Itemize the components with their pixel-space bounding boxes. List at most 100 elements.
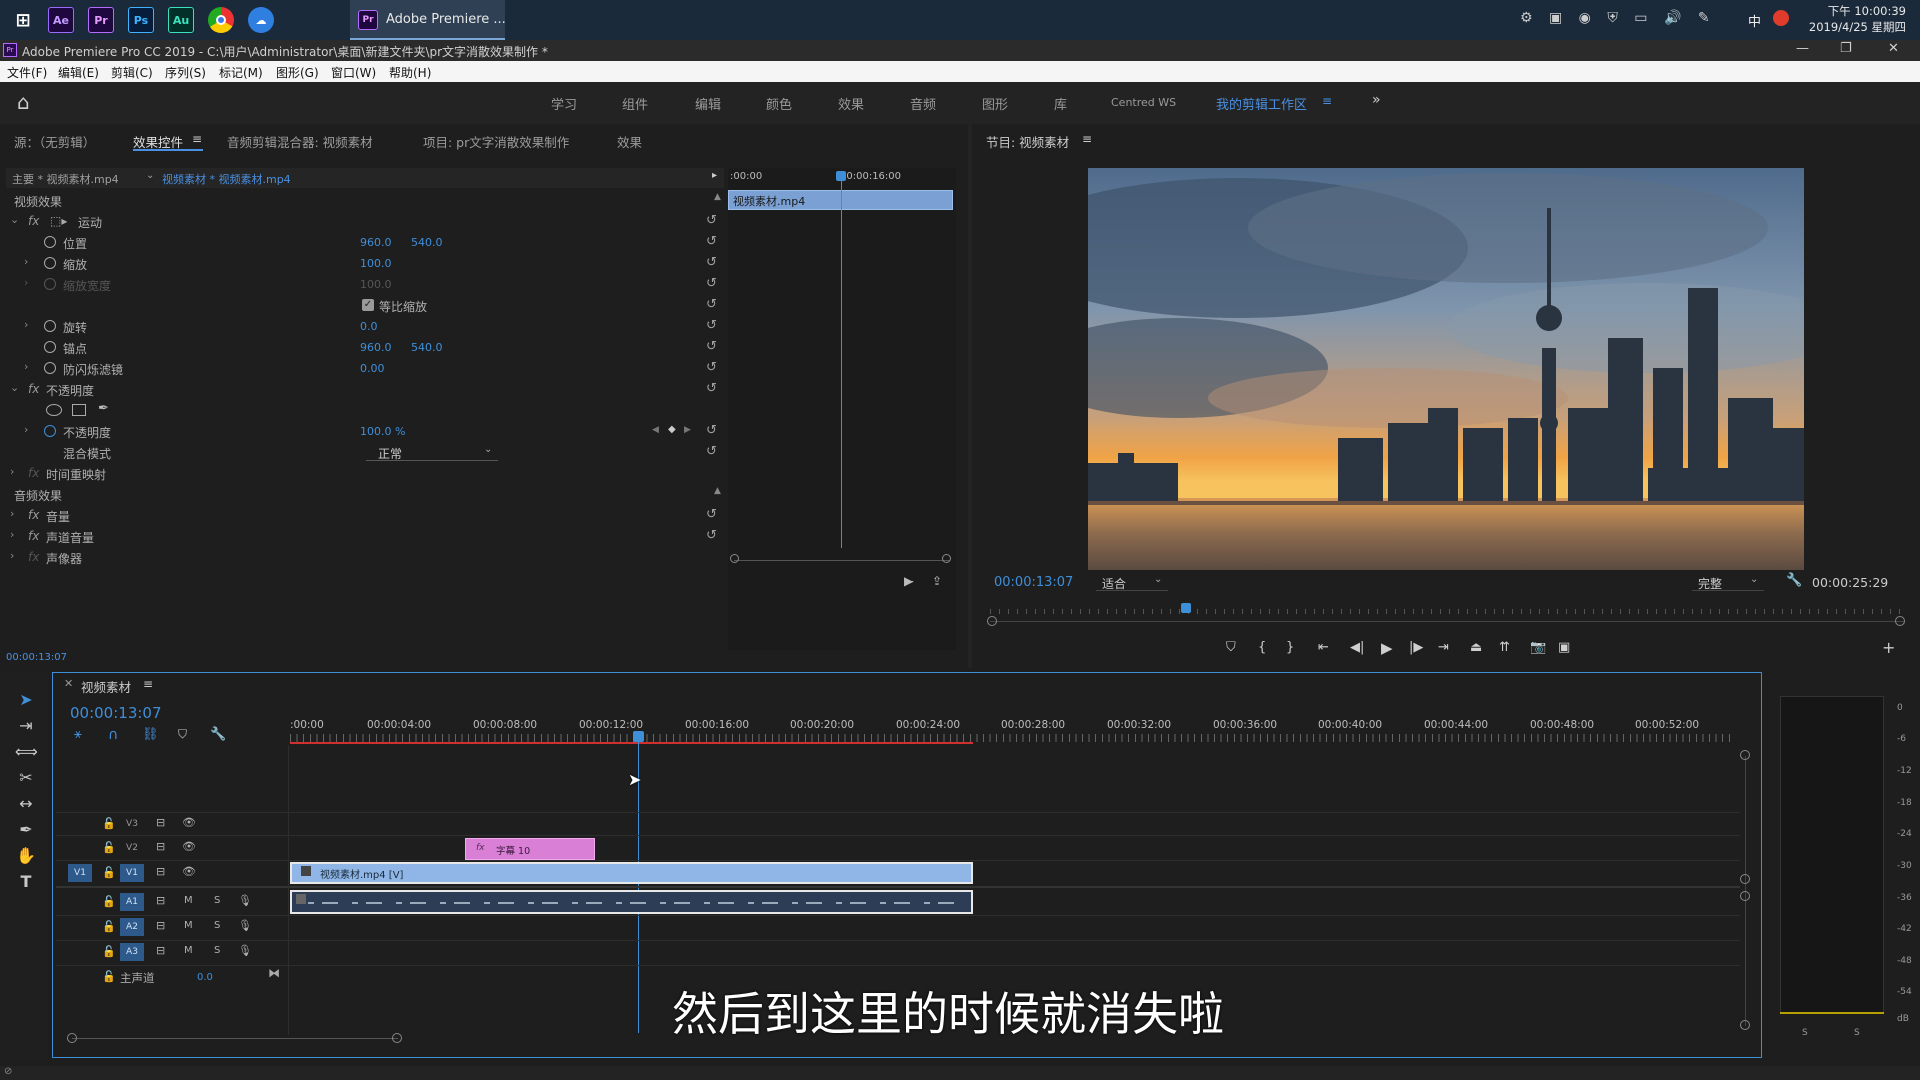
program-scrubber[interactable]	[990, 606, 1904, 620]
uniform-scale-checkbox[interactable]: ✓	[362, 299, 374, 311]
workspace-menu-icon[interactable]: ≡	[1322, 94, 1332, 108]
close-tab-icon[interactable]: ✕	[64, 677, 73, 690]
fit-select[interactable]: 适合 ⌄	[1096, 574, 1168, 591]
chevron-down-icon[interactable]: ⌄	[10, 213, 19, 226]
razor-tool-icon[interactable]: ✂	[15, 768, 37, 787]
chevron-right-icon[interactable]: ›	[10, 507, 14, 520]
mute-button[interactable]: M	[184, 945, 193, 956]
fx-icon[interactable]: fx	[28, 382, 39, 396]
type-tool-icon[interactable]: T	[15, 872, 37, 891]
zoom-handle-right[interactable]	[1895, 616, 1905, 626]
effect-controls-timecode[interactable]: 00:00:13:07	[6, 652, 67, 663]
premiere-icon[interactable]: Pr	[88, 7, 114, 33]
timeline-horizontal-scrollbar[interactable]	[72, 1038, 398, 1039]
mute-button[interactable]: M	[184, 920, 193, 931]
vscroll-handle-top[interactable]	[1740, 750, 1750, 760]
minimize-button[interactable]: —	[1796, 41, 1809, 56]
chevron-right-icon[interactable]: ›	[10, 528, 14, 541]
sync-lock-icon[interactable]: ⊟	[156, 919, 165, 932]
menu-sequence[interactable]: 序列(S)	[165, 64, 206, 81]
sync-lock-icon[interactable]: ⊟	[156, 944, 165, 957]
scroll-handle-left[interactable]	[67, 1033, 77, 1043]
chrome-icon[interactable]	[208, 7, 234, 33]
tab-effects[interactable]: 效果	[617, 132, 642, 151]
stopwatch-icon[interactable]	[44, 257, 56, 269]
stopwatch-icon[interactable]	[44, 341, 56, 353]
hand-tool-icon[interactable]: ✋	[15, 846, 37, 865]
export-frame-icon[interactable]: 📷	[1530, 640, 1546, 655]
nest-sequence-icon[interactable]: ⚹	[74, 727, 82, 742]
scroll-handle-left[interactable]	[730, 554, 739, 563]
scale-value[interactable]: 100.0	[360, 257, 392, 270]
reset-icon[interactable]: ↺	[706, 276, 717, 291]
export-icon[interactable]: ⇪	[932, 574, 942, 588]
mark-in-icon[interactable]: {	[1258, 640, 1266, 655]
video-clip[interactable]: 视频素材.mp4 [V]	[290, 862, 973, 884]
menu-clip[interactable]: 剪辑(C)	[111, 64, 153, 81]
opacity-value[interactable]: 100.0 %	[360, 425, 405, 438]
lock-icon[interactable]: 🔓	[102, 970, 116, 983]
eye-icon[interactable]: 👁	[182, 816, 196, 829]
prev-keyframe-icon[interactable]: ◀	[652, 425, 659, 435]
fx-icon[interactable]: fx	[28, 214, 39, 228]
quality-select[interactable]: 完整 ⌄	[1692, 574, 1764, 591]
mini-playhead[interactable]	[841, 172, 842, 548]
mini-playhead-handle[interactable]	[836, 171, 846, 181]
go-to-in-icon[interactable]: ⇤	[1318, 640, 1329, 655]
track-label-v1[interactable]: V1	[120, 864, 144, 882]
lock-icon[interactable]: 🔓	[102, 866, 116, 879]
menu-file[interactable]: 文件(F)	[7, 64, 47, 81]
position-y-value[interactable]: 540.0	[411, 236, 443, 249]
chevron-right-icon[interactable]: ›	[24, 318, 28, 331]
add-button-icon[interactable]: +	[1882, 638, 1895, 657]
timeline-timecode[interactable]: 00:00:13:07	[70, 704, 162, 722]
lock-icon[interactable]: 🔓	[102, 920, 116, 933]
taskbar-premiere-window[interactable]: Pr Adobe Premiere ...	[350, 0, 506, 40]
step-forward-icon[interactable]: |▶	[1409, 640, 1423, 655]
workspace-my-editing[interactable]: 我的剪辑工作区	[1216, 94, 1307, 113]
stopwatch-icon[interactable]	[44, 320, 56, 332]
effect-time-remap[interactable]: › fx 时间重映射	[8, 463, 722, 484]
rotation-value[interactable]: 0.0	[360, 320, 378, 333]
pen-mask-icon[interactable]: ✒	[98, 401, 109, 416]
fx-icon[interactable]: fx	[28, 529, 39, 543]
antiflicker-value[interactable]: 0.00	[360, 362, 385, 375]
reset-icon[interactable]: ↺	[706, 213, 717, 228]
sync-lock-icon[interactable]: ⊟	[156, 816, 165, 829]
slip-tool-icon[interactable]: ↔	[15, 794, 37, 813]
master-volume-value[interactable]: 0.0	[197, 972, 213, 983]
collapse-icon[interactable]: ▲	[714, 192, 721, 202]
collapse-icon[interactable]: ▲	[714, 486, 721, 496]
more-workspaces-icon[interactable]: »	[1372, 92, 1381, 108]
stopwatch-icon[interactable]	[44, 425, 56, 437]
solo-button[interactable]: S	[214, 945, 220, 956]
microphone-icon[interactable]: 🎙	[238, 919, 252, 932]
tab-program[interactable]: 节目: 视频素材	[986, 132, 1069, 151]
chevron-right-icon[interactable]: ›	[24, 255, 28, 268]
zoom-handle-left[interactable]	[987, 616, 997, 626]
ellipse-mask-icon[interactable]	[46, 404, 62, 416]
snap-magnet-icon[interactable]: ∩	[108, 727, 118, 743]
workspace-graphics[interactable]: 图形	[982, 94, 1008, 113]
menu-edit[interactable]: 编辑(E)	[58, 64, 99, 81]
timeline-tab[interactable]: 视频素材	[81, 677, 131, 696]
reset-icon[interactable]: ↺	[706, 255, 717, 270]
add-marker-icon[interactable]: ⛉	[1226, 640, 1236, 655]
reset-icon[interactable]: ↺	[706, 318, 717, 333]
chevron-down-icon[interactable]: ⌄	[146, 170, 154, 181]
keyframe-timeline[interactable]: :00:00 00:00:16:00 视频素材.mp4 ▶̶ ⇪	[728, 168, 956, 650]
effect-panner[interactable]: › fx 声像器	[8, 547, 722, 568]
vscroll-handle-bottom[interactable]	[1740, 1020, 1750, 1030]
home-icon[interactable]: ⌂	[17, 90, 30, 114]
meter-solo-left[interactable]: S	[1802, 1028, 1808, 1038]
lock-icon[interactable]: 🔓	[102, 841, 116, 854]
microphone-icon[interactable]: 🎙	[238, 944, 252, 957]
photoshop-icon[interactable]: Ps	[128, 7, 154, 33]
tab-audio-mixer[interactable]: 音频剪辑混合器: 视频素材	[227, 132, 373, 151]
track-select-tool-icon[interactable]: ⇥	[15, 716, 37, 735]
audition-icon[interactable]: Au	[168, 7, 194, 33]
workspace-color[interactable]: 颜色	[766, 94, 792, 113]
reset-icon[interactable]: ↺	[706, 360, 717, 375]
play-audio-icon[interactable]: ▸	[712, 170, 717, 181]
solo-button[interactable]: S	[214, 895, 220, 906]
